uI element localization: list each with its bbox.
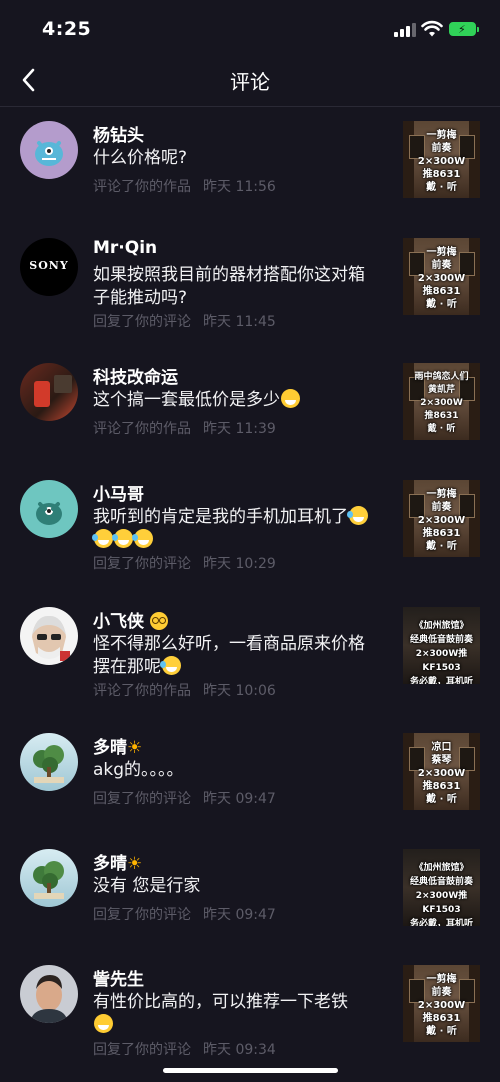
video-thumbnail[interactable]: 一剪梅 前奏 2×300W 推8631 戴 · 听 <box>403 121 480 198</box>
thumbnail-caption: 一剪梅 前奏 2×300W 推8631 戴 · 听 <box>417 489 466 552</box>
thumbnail-caption: 《加州旅馆》 经典低音鼓前奏 2×300W推KF1503 务必戴，耳机听 <box>409 863 473 926</box>
video-thumbnail[interactable]: 雨中鸽恋人们 黄凯芹 2×300W 推8631 戴 · 听 <box>403 363 480 440</box>
video-thumbnail[interactable]: 一剪梅 前奏 2×300W 推8631 戴 · 听 <box>403 238 480 315</box>
status-bar: 4:25 ⚡ <box>0 0 500 54</box>
avatar[interactable] <box>20 849 78 907</box>
grin-emoji-icon <box>281 389 300 408</box>
comment-meta: 评论了你的作品 昨天 11:39 <box>93 421 276 437</box>
comment-meta: 回复了你的评论 昨天 09:47 <box>93 791 276 807</box>
comment-item[interactable]: 小马哥 我听到的肯定是我的手机加耳机了 回复了你的评论 昨天 10:29 一剪梅 … <box>0 478 500 588</box>
grin-emoji-icon <box>94 1014 113 1033</box>
commenter-name[interactable]: 科技改命运 <box>93 363 178 388</box>
video-thumbnail[interactable]: 凉口 蔡琴 2×300W 推8631 戴 · 听 <box>403 733 480 810</box>
comment-item[interactable]: SONY Mr·Qin 如果按照我目前的器材搭配你这对箱子能推动吗? 回复了你的… <box>0 236 500 346</box>
comment-meta: 回复了你的评论 昨天 11:45 <box>93 314 276 330</box>
comment-item[interactable]: 多晴☀ 没有 您是行家 回复了你的评论 昨天 09:47 《加州旅馆》 经典低音鼓… <box>0 847 500 957</box>
video-thumbnail[interactable]: 《加州旅馆》 经典低音鼓前奏 2×300W推KF1503 务必戴，耳机听 <box>403 849 480 926</box>
sun-emoji-icon: ☀ <box>127 854 143 874</box>
comment-text: 有性价比高的，可以推荐一下老铁 <box>93 991 373 1037</box>
comment-item[interactable]: 科技改命运 这个搞一套最低价是多少 评论了你的作品 昨天 11:39 雨中鸽恋人们… <box>0 361 500 471</box>
thumbnail-caption: 一剪梅 前奏 2×300W 推8631 戴 · 听 <box>417 974 466 1037</box>
commenter-name[interactable]: 小马哥 <box>93 480 144 505</box>
nav-bar: 评论 <box>0 54 500 107</box>
laugh-cry-emoji-icon <box>112 529 133 548</box>
laugh-cry-emoji-icon <box>347 506 368 525</box>
wifi-icon <box>421 20 443 37</box>
thumbnail-caption: 雨中鸽恋人们 黄凯芹 2×300W 推8631 戴 · 听 <box>414 372 469 434</box>
comment-text: 没有 您是行家 <box>93 876 201 896</box>
thumbnail-caption: 《加州旅馆》 经典低音鼓前奏 2×300W推KF1503 务必戴，耳机听 <box>409 621 473 684</box>
signal-icon <box>394 23 416 37</box>
avatar[interactable] <box>20 480 78 538</box>
sun-emoji-icon: ☀ <box>127 738 143 758</box>
laugh-cry-emoji-icon <box>160 656 181 675</box>
avatar[interactable] <box>20 733 78 791</box>
status-time: 4:25 <box>42 18 92 40</box>
comment-item[interactable]: 杨钻头 什么价格呢? 评论了你的作品 昨天 11:56 一剪梅 前奏 2×300W… <box>0 119 500 229</box>
comment-text: 如果按照我目前的器材搭配你这对箱子能推动吗? <box>93 265 365 308</box>
comment-text: akg的。。。。 <box>93 760 184 780</box>
comment-meta: 回复了你的评论 昨天 09:47 <box>93 907 276 923</box>
avatar[interactable] <box>20 363 78 421</box>
video-thumbnail[interactable]: 《加州旅馆》 经典低音鼓前奏 2×300W推KF1503 务必戴，耳机听 <box>403 607 480 684</box>
laugh-cry-emoji-icon <box>132 529 153 548</box>
comment-item[interactable]: 訾先生 有性价比高的，可以推荐一下老铁 回复了你的评论 昨天 09:34 一剪梅 … <box>0 963 500 1073</box>
home-indicator[interactable] <box>163 1068 338 1073</box>
battery-charging-icon: ⚡ <box>449 22 479 36</box>
thumbnail-caption: 一剪梅 前奏 2×300W 推8631 戴 · 听 <box>417 130 466 193</box>
nerd-emoji-icon <box>149 612 168 630</box>
comment-item[interactable]: 小飞侠 怪不得那么好听，一看商品原来价格摆在那呢 评论了你的作品 昨天 10:06… <box>0 605 500 715</box>
avatar[interactable] <box>20 607 78 665</box>
comment-meta: 评论了你的作品 昨天 10:06 <box>93 683 276 699</box>
page-title: 评论 <box>230 70 270 94</box>
commenter-name[interactable]: Mr·Qin <box>93 238 157 258</box>
thumbnail-caption: 凉口 蔡琴 2×300W 推8631 戴 · 听 <box>417 742 466 805</box>
commenter-name[interactable]: 小飞侠 <box>93 607 168 632</box>
commenter-name[interactable]: 訾先生 <box>93 965 144 990</box>
comment-text: 这个搞一套最低价是多少 <box>93 389 373 412</box>
commenter-name[interactable]: 多晴☀ <box>93 849 142 874</box>
commenter-name[interactable]: 杨钻头 <box>93 121 144 146</box>
video-thumbnail[interactable]: 一剪梅 前奏 2×300W 推8631 戴 · 听 <box>403 480 480 557</box>
comment-text: 什么价格呢? <box>93 148 188 168</box>
comment-text: 怪不得那么好听，一看商品原来价格摆在那呢 <box>93 634 365 677</box>
comment-meta: 回复了你的评论 昨天 09:34 <box>93 1042 276 1058</box>
avatar[interactable]: SONY <box>20 238 78 296</box>
comment-meta: 回复了你的评论 昨天 10:29 <box>93 556 276 572</box>
commenter-name[interactable]: 多晴☀ <box>93 733 142 758</box>
avatar[interactable] <box>20 121 78 179</box>
video-thumbnail[interactable]: 一剪梅 前奏 2×300W 推8631 戴 · 听 <box>403 965 480 1042</box>
thumbnail-caption: 一剪梅 前奏 2×300W 推8631 戴 · 听 <box>417 247 466 310</box>
comment-meta: 评论了你的作品 昨天 11:56 <box>93 179 276 195</box>
avatar[interactable] <box>20 965 78 1023</box>
laugh-cry-emoji-icon <box>92 529 113 548</box>
comment-text: 我听到的肯定是我的手机加耳机了 <box>92 506 373 552</box>
comment-item[interactable]: 多晴☀ akg的。。。。 回复了你的评论 昨天 09:47 凉口 蔡琴 2×300… <box>0 731 500 841</box>
